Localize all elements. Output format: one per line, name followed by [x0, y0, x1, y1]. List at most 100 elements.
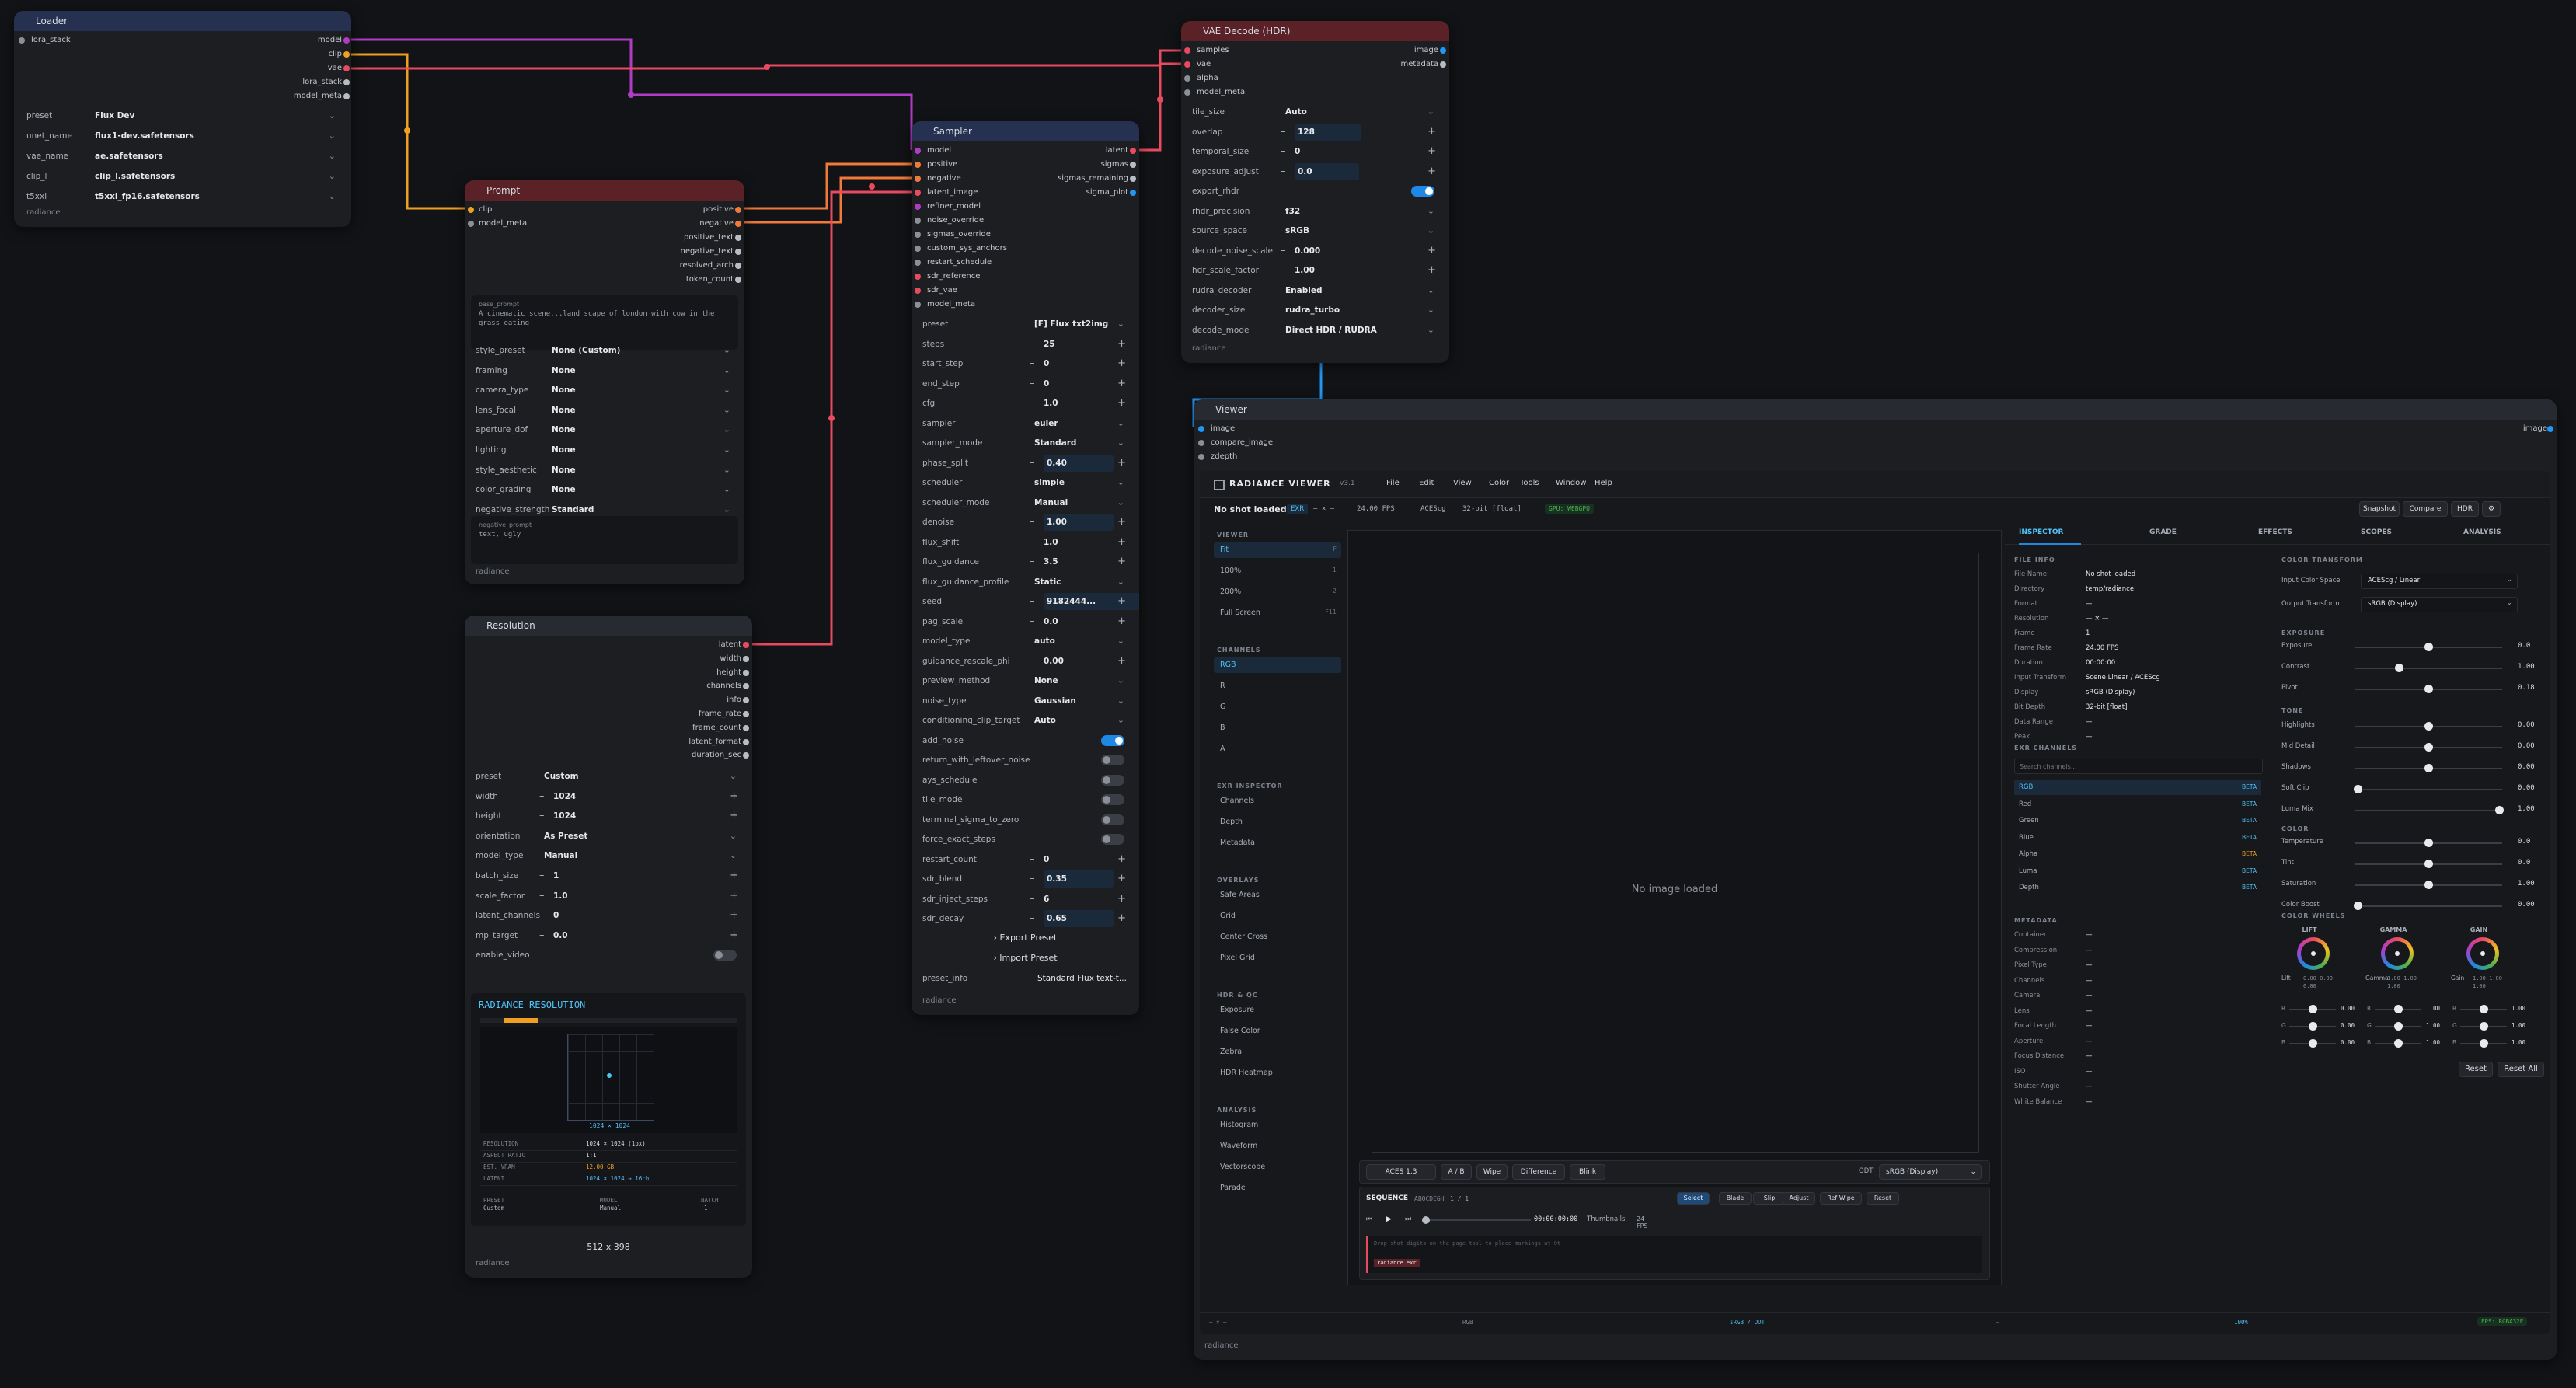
widget-value[interactable]: 1: [553, 867, 559, 884]
minus-icon[interactable]: –: [1030, 395, 1035, 412]
model-type-widget[interactable]: model_type auto ⌄: [916, 633, 1134, 650]
flux-shift-widget[interactable]: flux_shift –1.0 +: [916, 534, 1134, 551]
minus-icon[interactable]: –: [539, 927, 545, 944]
tint-slider[interactable]: [2355, 860, 2502, 868]
input-compare-image[interactable]: compare_image: [1198, 437, 1273, 449]
saturation-slider[interactable]: [2355, 881, 2502, 889]
force-exact-steps-widget[interactable]: force_exact_steps: [916, 831, 1134, 848]
slider-knob[interactable]: [2353, 902, 2362, 910]
overlap-widget[interactable]: overlap –128 +: [1186, 123, 1444, 141]
toggle-switch[interactable]: [1411, 186, 1434, 197]
toggle-switch[interactable]: [1101, 814, 1124, 825]
tile-mode-widget[interactable]: tile_mode: [916, 791, 1134, 808]
input-sdr-vae[interactable]: sdr_vae: [915, 284, 957, 297]
scheduler-widget[interactable]: scheduler simple ⌄: [916, 474, 1134, 491]
sidebar-item-b[interactable]: B: [1214, 720, 1341, 736]
height-widget[interactable]: height –1024 +: [469, 807, 746, 825]
plus-icon[interactable]: +: [1117, 534, 1126, 551]
exposure-adjust-widget[interactable]: exposure_adjust –0.0 +: [1186, 162, 1444, 180]
input-samples[interactable]: samples: [1184, 44, 1229, 57]
tab-analysis[interactable]: ANALYSIS: [2463, 522, 2518, 543]
seq-tool-slip[interactable]: Slip: [1753, 1192, 1786, 1205]
plus-icon[interactable]: +: [1117, 870, 1126, 888]
preview-method-widget[interactable]: preview_method None ⌄: [916, 672, 1134, 689]
flux-guidance-profile-widget[interactable]: flux_guidance_profile Static ⌄: [916, 574, 1134, 591]
slider-knob[interactable]: [2480, 1022, 2488, 1031]
input-latent-image[interactable]: latent_image: [915, 187, 978, 199]
sidebar-item-rgb[interactable]: RGB: [1214, 657, 1341, 673]
channel-row-depth[interactable]: Depth BETA: [2014, 881, 2261, 895]
input-lora-stack[interactable]: lora_stack: [19, 34, 71, 47]
tile-size-widget[interactable]: tile_size Auto ⌄: [1186, 103, 1444, 120]
scheduler-mode-widget[interactable]: scheduler_mode Manual ⌄: [916, 494, 1134, 511]
prev-button[interactable]: ⏮: [1366, 1215, 1372, 1223]
scrub-track[interactable]: [1422, 1216, 1531, 1224]
output-height[interactable]: height: [716, 667, 749, 679]
widget-value[interactable]: 0.000: [1295, 242, 1320, 260]
mp-target-widget[interactable]: mp_target –0.0 +: [469, 927, 746, 944]
loader-node[interactable]: Loader lora_stack model clip vae lora_st…: [14, 11, 351, 227]
wheel-channel-slider[interactable]: [2289, 1039, 2336, 1048]
channel-row-rgb[interactable]: RGB BETA: [2014, 780, 2261, 795]
sequence-drop-area[interactable]: Drop shot digits on the page tool to pla…: [1366, 1236, 1982, 1273]
plus-icon[interactable]: +: [1427, 242, 1436, 260]
plus-icon[interactable]: +: [1117, 375, 1126, 392]
minus-icon[interactable]: –: [1030, 593, 1035, 610]
slider-knob[interactable]: [2394, 1005, 2403, 1013]
prompt-title[interactable]: Prompt: [465, 180, 744, 201]
mid-detail-slider[interactable]: [2355, 743, 2502, 752]
slider-knob[interactable]: [2480, 1005, 2488, 1013]
width-widget[interactable]: width –1024 +: [469, 788, 746, 805]
steps-widget[interactable]: steps –25 +: [916, 336, 1134, 353]
decode-noise-scale-widget[interactable]: decode_noise_scale –0.000 +: [1186, 242, 1444, 260]
slider-knob[interactable]: [2353, 785, 2362, 793]
conditioning-clip-target-widget[interactable]: conditioning_clip_target Auto ⌄: [916, 712, 1134, 729]
input-clip[interactable]: clip: [468, 204, 492, 216]
gamma-wheel[interactable]: [2381, 937, 2414, 970]
sampler-widget[interactable]: sampler euler ⌄: [916, 415, 1134, 432]
input-alpha[interactable]: alpha: [1184, 72, 1218, 85]
sidebar-item-depth[interactable]: Depth: [1214, 814, 1341, 830]
vae-decode-node[interactable]: VAE Decode (HDR) samples vae alpha model_me…: [1181, 21, 1449, 363]
minus-icon[interactable]: –: [1030, 514, 1035, 531]
slider-knob[interactable]: [2309, 1022, 2317, 1031]
output-vae[interactable]: vae: [328, 62, 350, 75]
minus-icon[interactable]: –: [1281, 143, 1286, 160]
preset-widget[interactable]: preset Flux Dev ⌄: [20, 107, 345, 124]
minus-icon[interactable]: –: [539, 807, 545, 825]
orientation-widget[interactable]: orientation As Preset ⌄: [469, 828, 746, 845]
plus-icon[interactable]: +: [1117, 355, 1126, 372]
compare-aces-1-3-button[interactable]: ACES 1.3: [1366, 1164, 1436, 1180]
channel-row-green[interactable]: Green BETA: [2014, 814, 2261, 828]
source-space-widget[interactable]: source_space sRGB ⌄: [1186, 222, 1444, 239]
widget-value[interactable]: 0.65: [1044, 910, 1114, 927]
slider-knob[interactable]: [2424, 743, 2433, 752]
plus-icon[interactable]: +: [1427, 262, 1436, 279]
phase-split-widget[interactable]: phase_split –0.40 +: [916, 454, 1134, 472]
slider-knob[interactable]: [2309, 1005, 2317, 1013]
start-step-widget[interactable]: start_step –0 +: [916, 355, 1134, 372]
reset-button[interactable]: Reset: [2459, 1062, 2493, 1077]
output-image[interactable]: image: [2523, 423, 2553, 435]
return-with-leftover-noise-widget[interactable]: return_with_leftover_noise: [916, 752, 1134, 769]
widget-value[interactable]: 1.00: [1295, 262, 1315, 279]
plus-icon[interactable]: +: [730, 907, 738, 924]
menu-file[interactable]: File: [1386, 479, 1400, 487]
sidebar-item-safe-areas[interactable]: Safe Areas: [1214, 888, 1341, 903]
minus-icon[interactable]: –: [1281, 262, 1286, 279]
compare-button[interactable]: Compare: [2403, 501, 2448, 517]
color-boost-slider[interactable]: [2353, 902, 2502, 910]
toggle-switch[interactable]: [1101, 734, 1124, 746]
plus-icon[interactable]: +: [730, 788, 738, 805]
camera-type-widget[interactable]: camera_type None ⌄: [469, 382, 740, 399]
wheel-center-dot[interactable]: [2311, 951, 2316, 956]
export-preset-button[interactable]: › Export Preset: [912, 933, 1139, 943]
aperture-dof-widget[interactable]: aperture_dof None ⌄: [469, 421, 740, 438]
sidebar-item-hdr-heatmap[interactable]: HDR Heatmap: [1214, 1065, 1341, 1081]
plus-icon[interactable]: +: [1427, 143, 1436, 160]
odt-select[interactable]: sRGB (Display) ⌄: [1879, 1164, 1982, 1180]
channel-row-alpha[interactable]: Alpha BETA: [2014, 847, 2261, 862]
input-restart-schedule[interactable]: restart_schedule: [915, 256, 992, 269]
viewer-node[interactable]: Viewer image compare_image zdepth image …: [1194, 399, 2557, 1360]
plus-icon[interactable]: +: [1117, 553, 1126, 570]
